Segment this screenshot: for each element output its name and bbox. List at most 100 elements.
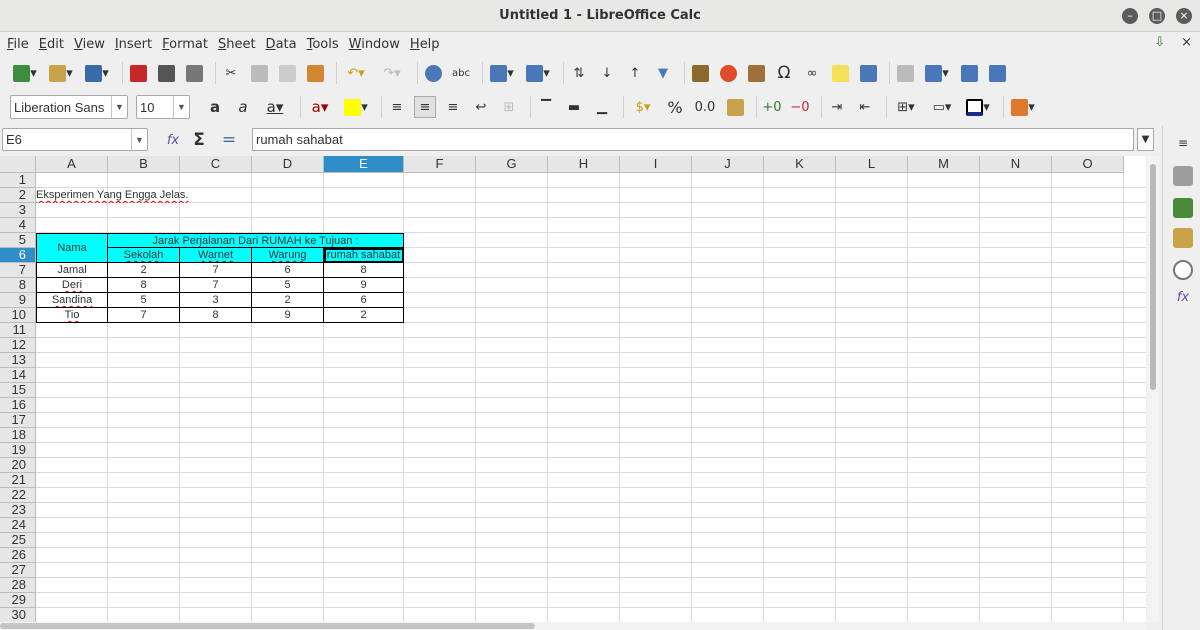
horizontal-scroll-thumb[interactable] [0,623,535,629]
row-header-27[interactable]: 27 [0,563,36,578]
number-format-icon[interactable]: 0.0 [692,96,718,118]
row-header-24[interactable]: 24 [0,518,36,533]
define-print-area-icon[interactable] [894,62,916,84]
conditional-formatting-icon[interactable]: ▾ [1008,96,1038,118]
row-header-14[interactable]: 14 [0,368,36,383]
cell-value[interactable]: 9 [324,278,404,293]
save-icon[interactable]: ▾ [82,62,112,84]
cell-value[interactable]: 6 [324,293,404,308]
align-left-icon[interactable]: ≡ [386,96,408,118]
insert-image-icon[interactable] [689,62,711,84]
cell-e6-selected[interactable]: rumah sahabat [324,248,404,263]
merge-center-icon[interactable]: ⊞ [498,96,520,118]
align-right-icon[interactable]: ≡ [442,96,464,118]
row-header-26[interactable]: 26 [0,548,36,563]
row-header-15[interactable]: 15 [0,383,36,398]
menu-tools[interactable]: Tools [302,37,344,52]
gallery-icon[interactable] [1173,228,1193,248]
hyperlink-icon[interactable]: ∞ [801,62,823,84]
column-header-m[interactable]: M [908,156,980,173]
column-header-k[interactable]: K [764,156,836,173]
find-replace-icon[interactable] [422,62,444,84]
row-header-28[interactable]: 28 [0,578,36,593]
chevron-down-icon[interactable]: ▼ [131,129,147,151]
special-character-icon[interactable]: Ω [773,62,795,84]
italic-icon[interactable]: a [232,96,254,118]
vertical-scroll-thumb[interactable] [1150,164,1156,390]
font-name-box[interactable]: Liberation Sans ▼ [10,95,128,119]
column-icon[interactable]: ▾ [523,62,553,84]
decrease-indent-icon[interactable]: ⇤ [854,96,876,118]
column-header-h[interactable]: H [548,156,620,173]
show-draw-functions-icon[interactable] [986,62,1008,84]
row-header-11[interactable]: 11 [0,323,36,338]
row-header-12[interactable]: 12 [0,338,36,353]
formula-input[interactable]: rumah sahabat [252,128,1134,151]
sidebar-menu-icon[interactable]: ≡ [1173,136,1193,156]
highlight-color-icon[interactable]: ▾ [341,96,371,118]
row-header-2[interactable]: 2 [0,188,36,203]
print-preview-icon[interactable] [183,62,205,84]
row-header-20[interactable]: 20 [0,458,36,473]
cell-name-deri[interactable]: Deri [36,278,108,293]
redo-icon[interactable]: ↷▾ [377,62,407,84]
sort-descending-icon[interactable]: ↓ [596,62,618,84]
border-style-icon[interactable]: ▭▾ [927,96,957,118]
chevron-down-icon[interactable]: ▼ [173,96,189,118]
increase-indent-icon[interactable]: ⇥ [826,96,848,118]
column-header-i[interactable]: I [620,156,692,173]
row-header-13[interactable]: 13 [0,353,36,368]
functions-icon[interactable]: fx [1173,290,1193,310]
menu-format[interactable]: Format [157,37,213,52]
menu-view[interactable]: View [69,37,110,52]
menu-insert[interactable]: Insert [110,37,157,52]
insert-chart-icon[interactable] [717,62,739,84]
copy-icon[interactable] [248,62,270,84]
row-header-22[interactable]: 22 [0,488,36,503]
clone-formatting-icon[interactable] [304,62,326,84]
minimize-icon[interactable]: – [1122,8,1138,24]
expand-formula-icon[interactable]: ▼ [1137,128,1154,151]
percent-icon[interactable]: % [664,96,686,118]
row-header-7[interactable]: 7 [0,263,36,278]
column-header-g[interactable]: G [476,156,548,173]
wrap-text-icon[interactable]: ↩ [470,96,492,118]
cell-name-jamal[interactable]: Jamal [36,263,108,278]
headers-footers-icon[interactable] [857,62,879,84]
borders-icon[interactable]: ⊞▾ [891,96,921,118]
row-header-10[interactable]: 10 [0,308,36,323]
add-decimal-icon[interactable]: +0 [761,96,783,118]
delete-decimal-icon[interactable]: −0 [789,96,811,118]
spelling-icon[interactable]: abc [450,62,472,84]
cell-value[interactable]: 3 [180,293,252,308]
column-header-f[interactable]: F [404,156,476,173]
column-header-o[interactable]: O [1052,156,1124,173]
column-header-c[interactable]: C [180,156,252,173]
cut-icon[interactable]: ✂ [220,62,242,84]
row-header-29[interactable]: 29 [0,593,36,608]
sort-ascending-icon[interactable]: ↑ [624,62,646,84]
row-header-5[interactable]: 5 [0,233,36,248]
split-window-icon[interactable] [958,62,980,84]
bold-icon[interactable]: a [204,96,226,118]
column-header-e[interactable]: E [324,156,404,173]
maximize-icon[interactable]: □ [1149,8,1165,24]
row-header-18[interactable]: 18 [0,428,36,443]
chevron-down-icon[interactable]: ▼ [111,96,127,118]
align-top-icon[interactable]: ▔ [535,96,557,118]
pivot-table-icon[interactable] [745,62,767,84]
align-center-icon[interactable]: ≡ [414,96,436,118]
font-color-icon[interactable]: a▾ [305,96,335,118]
sort-icon[interactable]: ⇅ [568,62,590,84]
row-icon[interactable]: ▾ [487,62,517,84]
menu-sheet[interactable]: Sheet [213,37,261,52]
cell-b5-header[interactable]: Jarak Perjalanan Dari RUMAH ke Tujuan : [108,233,404,248]
row-header-8[interactable]: 8 [0,278,36,293]
row-header-16[interactable]: 16 [0,398,36,413]
column-header-l[interactable]: L [836,156,908,173]
row-header-25[interactable]: 25 [0,533,36,548]
column-header-d[interactable]: D [252,156,324,173]
cell-value[interactable]: 2 [324,308,404,323]
undo-icon[interactable]: ↶▾ [341,62,371,84]
font-size-box[interactable]: 10 ▼ [136,95,190,119]
